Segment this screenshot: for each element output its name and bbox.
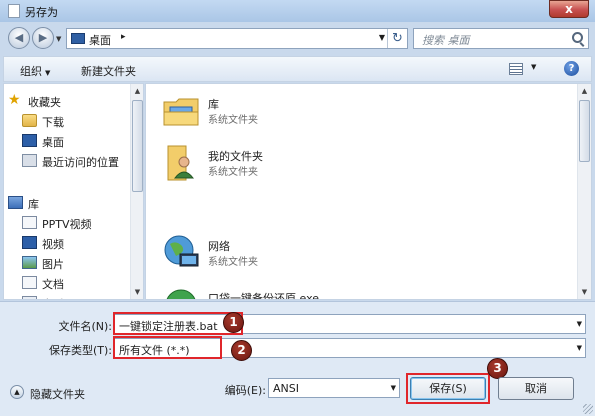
- breadcrumb-separator[interactable]: ▸: [121, 32, 126, 42]
- search-icon[interactable]: [572, 32, 583, 43]
- title-bar: 另存为 x: [0, 0, 595, 22]
- file-description: 系统文件夹: [208, 167, 258, 178]
- scroll-up-arrow-icon[interactable]: ▲: [131, 84, 143, 98]
- organize-menu[interactable]: 组织 ▼: [20, 63, 50, 79]
- desktop-icon: [71, 33, 85, 44]
- sidebar-item-label: 桌面: [42, 136, 64, 149]
- star-icon: ★: [8, 92, 21, 108]
- resize-grip-icon[interactable]: [583, 404, 593, 414]
- sidebar-item-label: 收藏夹: [28, 96, 61, 109]
- sidebar-item-documents[interactable]: 文档: [22, 274, 132, 292]
- step-badge-1: 1: [223, 312, 244, 333]
- scrollbar-thumb[interactable]: [579, 100, 590, 162]
- encoding-value[interactable]: ANSI: [273, 382, 299, 395]
- sidebar-item-libraries[interactable]: 库: [8, 194, 128, 212]
- list-item[interactable]: 口袋一键备份还原.exe: [160, 286, 460, 300]
- encoding-select[interactable]: ANSI ▼: [268, 378, 400, 398]
- exe-icon: [162, 286, 200, 299]
- highlight-box-filetype: [113, 336, 222, 359]
- sidebar-scrollbar[interactable]: ▲ ▼: [130, 84, 143, 299]
- forward-button[interactable]: ▶: [32, 27, 54, 49]
- file-name: 网络: [208, 240, 230, 253]
- filetype-label: 保存类型(T):: [48, 344, 112, 357]
- file-list-pane: 库 系统文件夹 我的文件夹 系统文件夹 网络 系统文件夹 口袋一键备份还原.ex…: [145, 83, 592, 300]
- chevron-down-icon[interactable]: ▼: [531, 63, 536, 71]
- list-item[interactable]: 网络 系统文件夹: [160, 234, 460, 284]
- downloads-icon: [22, 114, 37, 127]
- sidebar-item-label: 最近访问的位置: [42, 156, 119, 169]
- sidebar-item-label: 库: [28, 198, 39, 211]
- back-button[interactable]: ◀: [8, 27, 30, 49]
- close-button[interactable]: x: [549, 0, 589, 18]
- document-icon: [22, 276, 37, 289]
- organize-label: 组织: [20, 65, 42, 78]
- address-row: ◀ ▶ ▼ 桌面 ▸ ▼ ↻ 搜索 桌面: [0, 22, 595, 54]
- address-location[interactable]: 桌面: [89, 32, 111, 48]
- chevron-down-icon[interactable]: ▼: [56, 35, 61, 43]
- recent-places-icon: [22, 154, 37, 167]
- navigation-pane: ★ 收藏夹 下载 桌面 最近访问的位置 库 PPTV视频 视频 图片 文档 音乐…: [3, 83, 144, 300]
- sidebar-item-label: 图片: [42, 258, 64, 271]
- scroll-down-arrow-icon[interactable]: ▼: [131, 285, 143, 299]
- music-icon: [22, 296, 37, 299]
- scroll-down-arrow-icon[interactable]: ▼: [578, 285, 591, 299]
- sidebar-item-downloads[interactable]: 下载: [22, 112, 132, 130]
- address-dropdown-icon[interactable]: ▼: [379, 33, 385, 42]
- library-icon: [8, 196, 23, 209]
- user-folder-icon: [162, 144, 200, 182]
- file-description: 系统文件夹: [208, 257, 258, 268]
- document-icon: [22, 216, 37, 229]
- chevron-down-icon[interactable]: ▼: [577, 320, 582, 328]
- sidebar-item-videos[interactable]: 视频: [22, 234, 132, 252]
- command-toolbar: 组织 ▼ 新建文件夹 ▼ ?: [3, 56, 592, 82]
- sidebar-item-label: 音乐: [42, 296, 64, 299]
- highlight-box-save: [406, 373, 490, 404]
- help-icon[interactable]: ?: [564, 61, 579, 76]
- search-input[interactable]: 搜索 桌面: [413, 28, 589, 49]
- sidebar-item-favorites[interactable]: ★ 收藏夹: [8, 92, 128, 110]
- scroll-up-arrow-icon[interactable]: ▲: [578, 84, 591, 98]
- encoding-label: 编码(E):: [224, 384, 266, 397]
- sidebar-item-desktop[interactable]: 桌面: [22, 132, 132, 150]
- file-name: 库: [208, 98, 219, 111]
- address-bar[interactable]: 桌面 ▸ ▼ ↻: [66, 28, 408, 49]
- refresh-button[interactable]: ↻: [387, 29, 407, 48]
- step-badge-3: 3: [487, 358, 508, 379]
- window-title: 另存为: [25, 6, 58, 19]
- chevron-down-icon: ▼: [45, 69, 51, 77]
- scrollbar-thumb[interactable]: [132, 100, 143, 192]
- list-item[interactable]: 我的文件夹 系统文件夹: [160, 144, 460, 194]
- library-folder-icon: [162, 92, 200, 130]
- chevron-up-icon: ▲: [10, 385, 24, 399]
- file-list-scrollbar[interactable]: ▲ ▼: [577, 84, 591, 299]
- filename-label: 文件名(N):: [58, 320, 112, 333]
- file-description: 系统文件夹: [208, 115, 258, 126]
- step-badge-2: 2: [231, 340, 252, 361]
- sidebar-item-label: 文档: [42, 278, 64, 291]
- view-options-icon[interactable]: [509, 63, 523, 75]
- cancel-button[interactable]: 取消: [498, 377, 574, 400]
- new-folder-button[interactable]: 新建文件夹: [81, 63, 136, 79]
- sidebar-item-recent[interactable]: 最近访问的位置: [22, 152, 132, 170]
- sidebar-item-pptv[interactable]: PPTV视频: [22, 214, 132, 232]
- sidebar-item-pictures[interactable]: 图片: [22, 254, 132, 272]
- file-name: 口袋一键备份还原.exe: [208, 292, 320, 300]
- sidebar-item-label: 下载: [42, 116, 64, 129]
- chevron-down-icon[interactable]: ▼: [577, 344, 582, 352]
- sidebar-item-label: 视频: [42, 238, 64, 251]
- desktop-icon: [22, 134, 37, 147]
- pictures-icon: [22, 256, 37, 269]
- sidebar-item-music[interactable]: 音乐: [22, 294, 132, 299]
- file-name: 我的文件夹: [208, 150, 263, 163]
- list-item[interactable]: 库 系统文件夹: [160, 92, 460, 142]
- hide-folders-label: 隐藏文件夹: [30, 388, 85, 401]
- search-placeholder: 搜索 桌面: [422, 34, 470, 47]
- network-icon: [162, 234, 200, 272]
- document-icon: [8, 4, 20, 18]
- chevron-down-icon[interactable]: ▼: [391, 384, 396, 392]
- sidebar-item-label: PPTV视频: [42, 218, 92, 231]
- save-form-panel: 文件名(N): 一键锁定注册表.bat ▼ 1 保存类型(T): 所有文件 (*…: [0, 301, 595, 416]
- video-icon: [22, 236, 37, 249]
